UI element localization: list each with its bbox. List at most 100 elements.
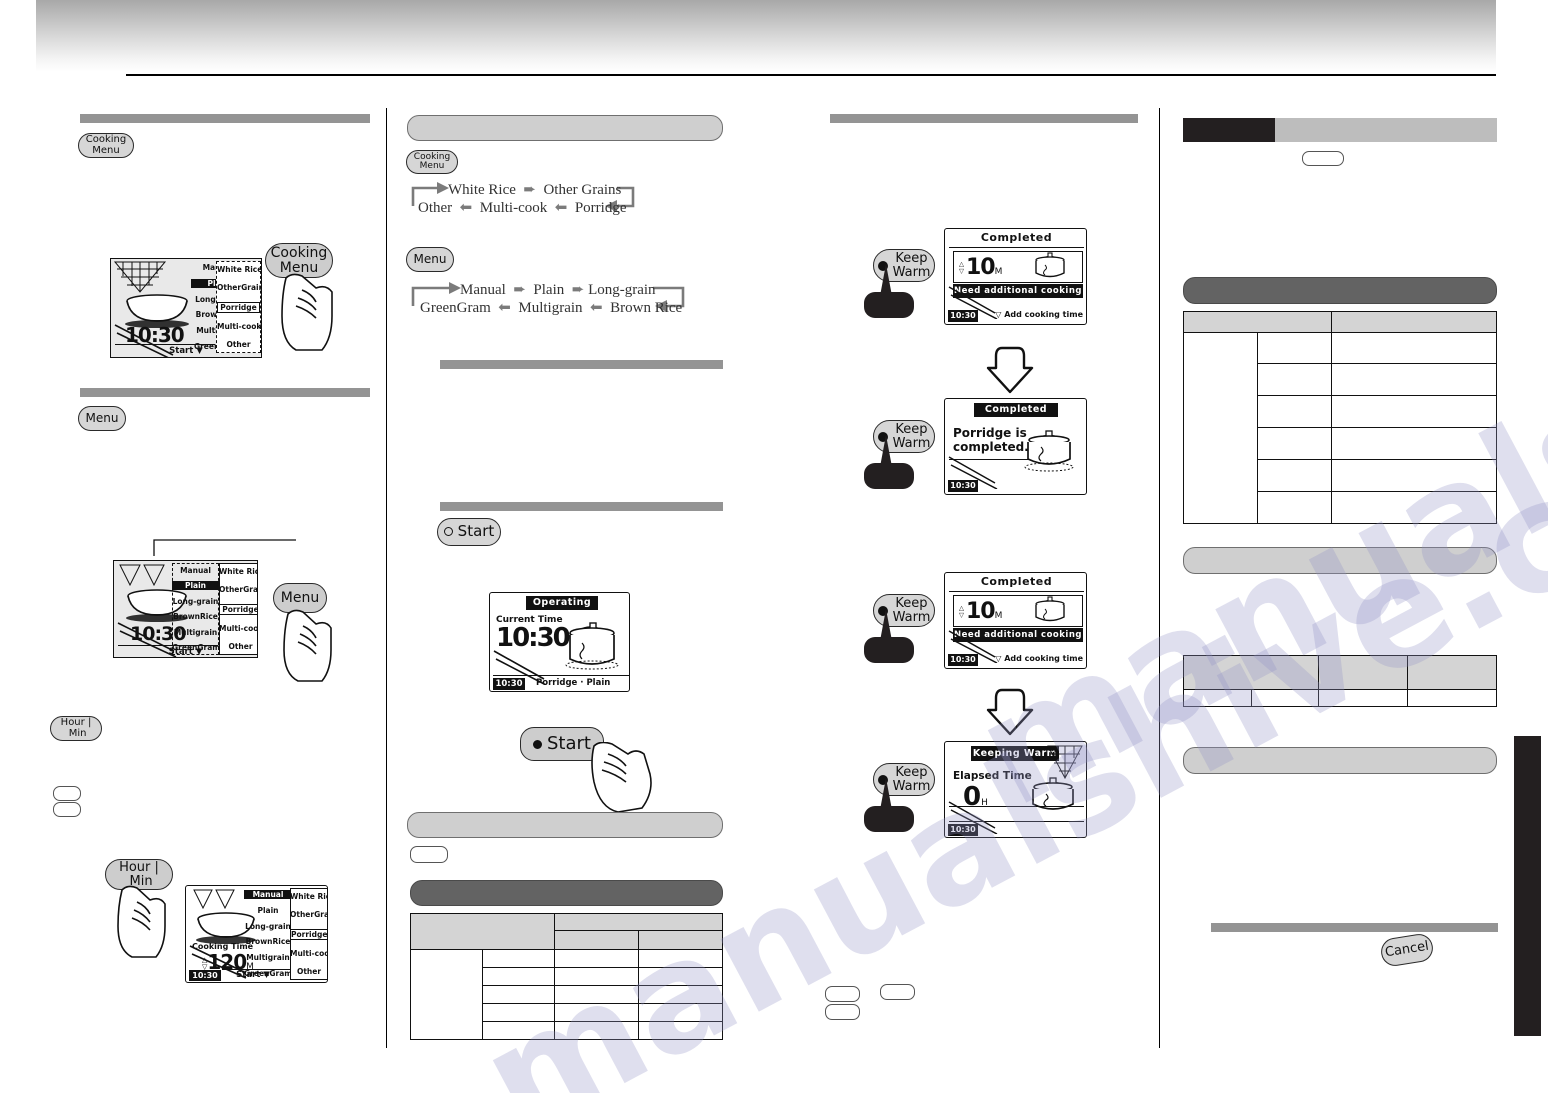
table-cell [638,1003,723,1022]
table-cell [482,1003,555,1022]
menu-item[interactable]: Multi-cook [290,949,327,958]
col1-step1-start-row[interactable]: Start ▼ [111,346,261,356]
menu-button-ref[interactable]: Menu [78,406,126,431]
col1-section-bar-2 [80,388,370,397]
col2-data-table [410,913,723,1040]
menu-item[interactable]: Manual [172,566,219,575]
table-cell [554,985,639,1004]
cooking-menu-button-ref-1[interactable]: Cooking Menu [78,133,134,158]
stepper-arrows-icon[interactable]: △ ▽ [959,261,964,274]
flow-arrow-down-icon [986,346,1034,394]
start-indicator-icon [533,739,542,749]
col1-step3-menu-left[interactable]: Manual Plain Long-grain BrownRice Multig… [244,890,292,978]
col2-operating-lcd: Operating Current Time 10:30 10:30 Porri… [489,592,630,692]
col4-heading-bar-1 [1183,547,1497,574]
start-indicator-icon [443,527,453,537]
col1-step2-start-row[interactable]: Start ▼ [114,647,257,657]
manual-page: Cooking Menu 10:30 Manual Plain [0,0,1548,1093]
menu-item[interactable]: OtherGrains [219,585,257,594]
menu-item[interactable]: White Rice [290,892,327,901]
menu-item[interactable]: Multi-cook [217,322,261,331]
hour-min-button-ref[interactable]: Hour | Min [50,716,102,741]
flow-item: Plain [533,282,565,298]
table-header-cell [1331,311,1497,333]
menu-item-selected[interactable]: Plain [172,581,219,591]
operating-title: Operating [526,596,598,610]
menu-item[interactable]: White Rice [217,265,261,274]
menu-item[interactable]: OtherGrains [217,283,261,292]
menu-item[interactable]: BrownRice [244,937,292,946]
menu-item-selected[interactable]: Manual [244,890,292,899]
menu-item[interactable]: White Rice [219,567,257,576]
table-header-cell [1318,655,1408,690]
table-cell [1331,363,1497,396]
start-label: Start [236,970,261,980]
menu-item-selected[interactable]: Porridge [219,603,257,615]
page-edge-tab [1514,736,1541,1036]
table-header-cell [1183,311,1332,333]
menu-item-selected[interactable]: Porridge [290,928,327,940]
table-cell [638,967,723,986]
chevron-down-icon: ▼ [195,647,203,657]
elapsed-time-label: Elapsed Time [953,770,1032,782]
cooking-menu-button-ref-2[interactable]: Cooking Menu [406,150,458,174]
col1-step2-menu-right[interactable]: White Rice OtherGrains Porridge Multi-co… [219,567,257,651]
menu-item-selected[interactable]: Porridge [217,301,260,313]
table-header-cell [1183,655,1319,690]
chevron-down-icon: ▼ [263,970,270,980]
menu-item[interactable]: BrownRice [172,612,219,621]
lcd-value: 10 [966,599,996,624]
menu-item[interactable]: Long-grain [172,597,219,606]
lcd-value-group: △ ▽ 10 M [959,599,1002,624]
lcd-title: Completed [980,231,1053,244]
chevron-down-icon: ▼ [196,346,203,356]
menu-item[interactable]: Multigrain [244,953,292,962]
flow-arrow-down-icon [986,688,1034,736]
stepper-arrows-icon[interactable]: △ ▽ [959,605,964,618]
page-header-rule [126,74,1496,76]
menu-item[interactable]: Multigrain [172,628,219,637]
col1-empty-box-1 [53,786,81,801]
col1-lcd-step2: 10:30 Manual Plain Long-grain BrownRice … [113,560,258,658]
table-cell [554,949,639,968]
col4-section-bar-bottom [1211,923,1498,932]
table-header-row [1183,655,1497,690]
col3-empty-box-2 [880,984,915,1000]
col1-step2-menu-left[interactable]: Manual Plain Long-grain BrownRice Multig… [172,566,220,652]
start-button-ref[interactable]: Start [437,518,501,546]
lcd-divider [949,247,1084,248]
table-cell [1257,363,1332,396]
col3-lcd-seq1-a: Completed △ ▽ 10 M Need additional cookin… [944,228,1087,325]
table-row [1183,689,1497,707]
menu-item[interactable]: Plain [244,906,292,915]
lcd-clock: 10:30 [948,310,978,322]
menu-button-ref-2[interactable]: Menu [406,247,454,272]
page-header-band [36,0,1496,72]
col2-table-heading [410,880,723,906]
menu-item[interactable]: Multi-cook [219,624,257,633]
min-label: Min [68,727,87,739]
flow-item: Other [418,200,453,216]
start-label: Start [168,647,193,657]
table-header-cell [1407,655,1497,690]
col4-data-table-b [1183,655,1497,707]
menu-item[interactable]: OtherGrains [290,910,327,919]
lcd-clock: 10:30 [948,654,978,666]
menu-item[interactable]: Long-grain [244,922,292,931]
cancel-button[interactable]: Cancel [1379,932,1435,968]
col1-step3-menu-right[interactable]: White Rice OtherGrains Porridge Multi-co… [290,892,327,976]
col1-step1-menu-right[interactable]: White Rice OtherGrains Porridge Multi-co… [217,265,261,349]
flow-item: White Rice [448,182,516,198]
chevron-down-icon: ▽ [995,310,1002,319]
table-cell [1331,491,1497,524]
rice-pot-icon [1035,596,1065,622]
col1-step3-start-row[interactable]: Start ▼ [198,970,308,980]
table-cell [554,1021,639,1040]
table-cell [1331,459,1497,492]
cooking-menu-flow-row2: Other ⬅ Multi-cook ⬅ Porridge [418,198,626,217]
table-cell [482,985,555,1004]
button-press-indicator-icon [864,609,914,663]
table-cell [1331,427,1497,460]
lcd-value-group: △ ▽ 10 M [959,255,1002,280]
table-header-cell [554,930,639,950]
